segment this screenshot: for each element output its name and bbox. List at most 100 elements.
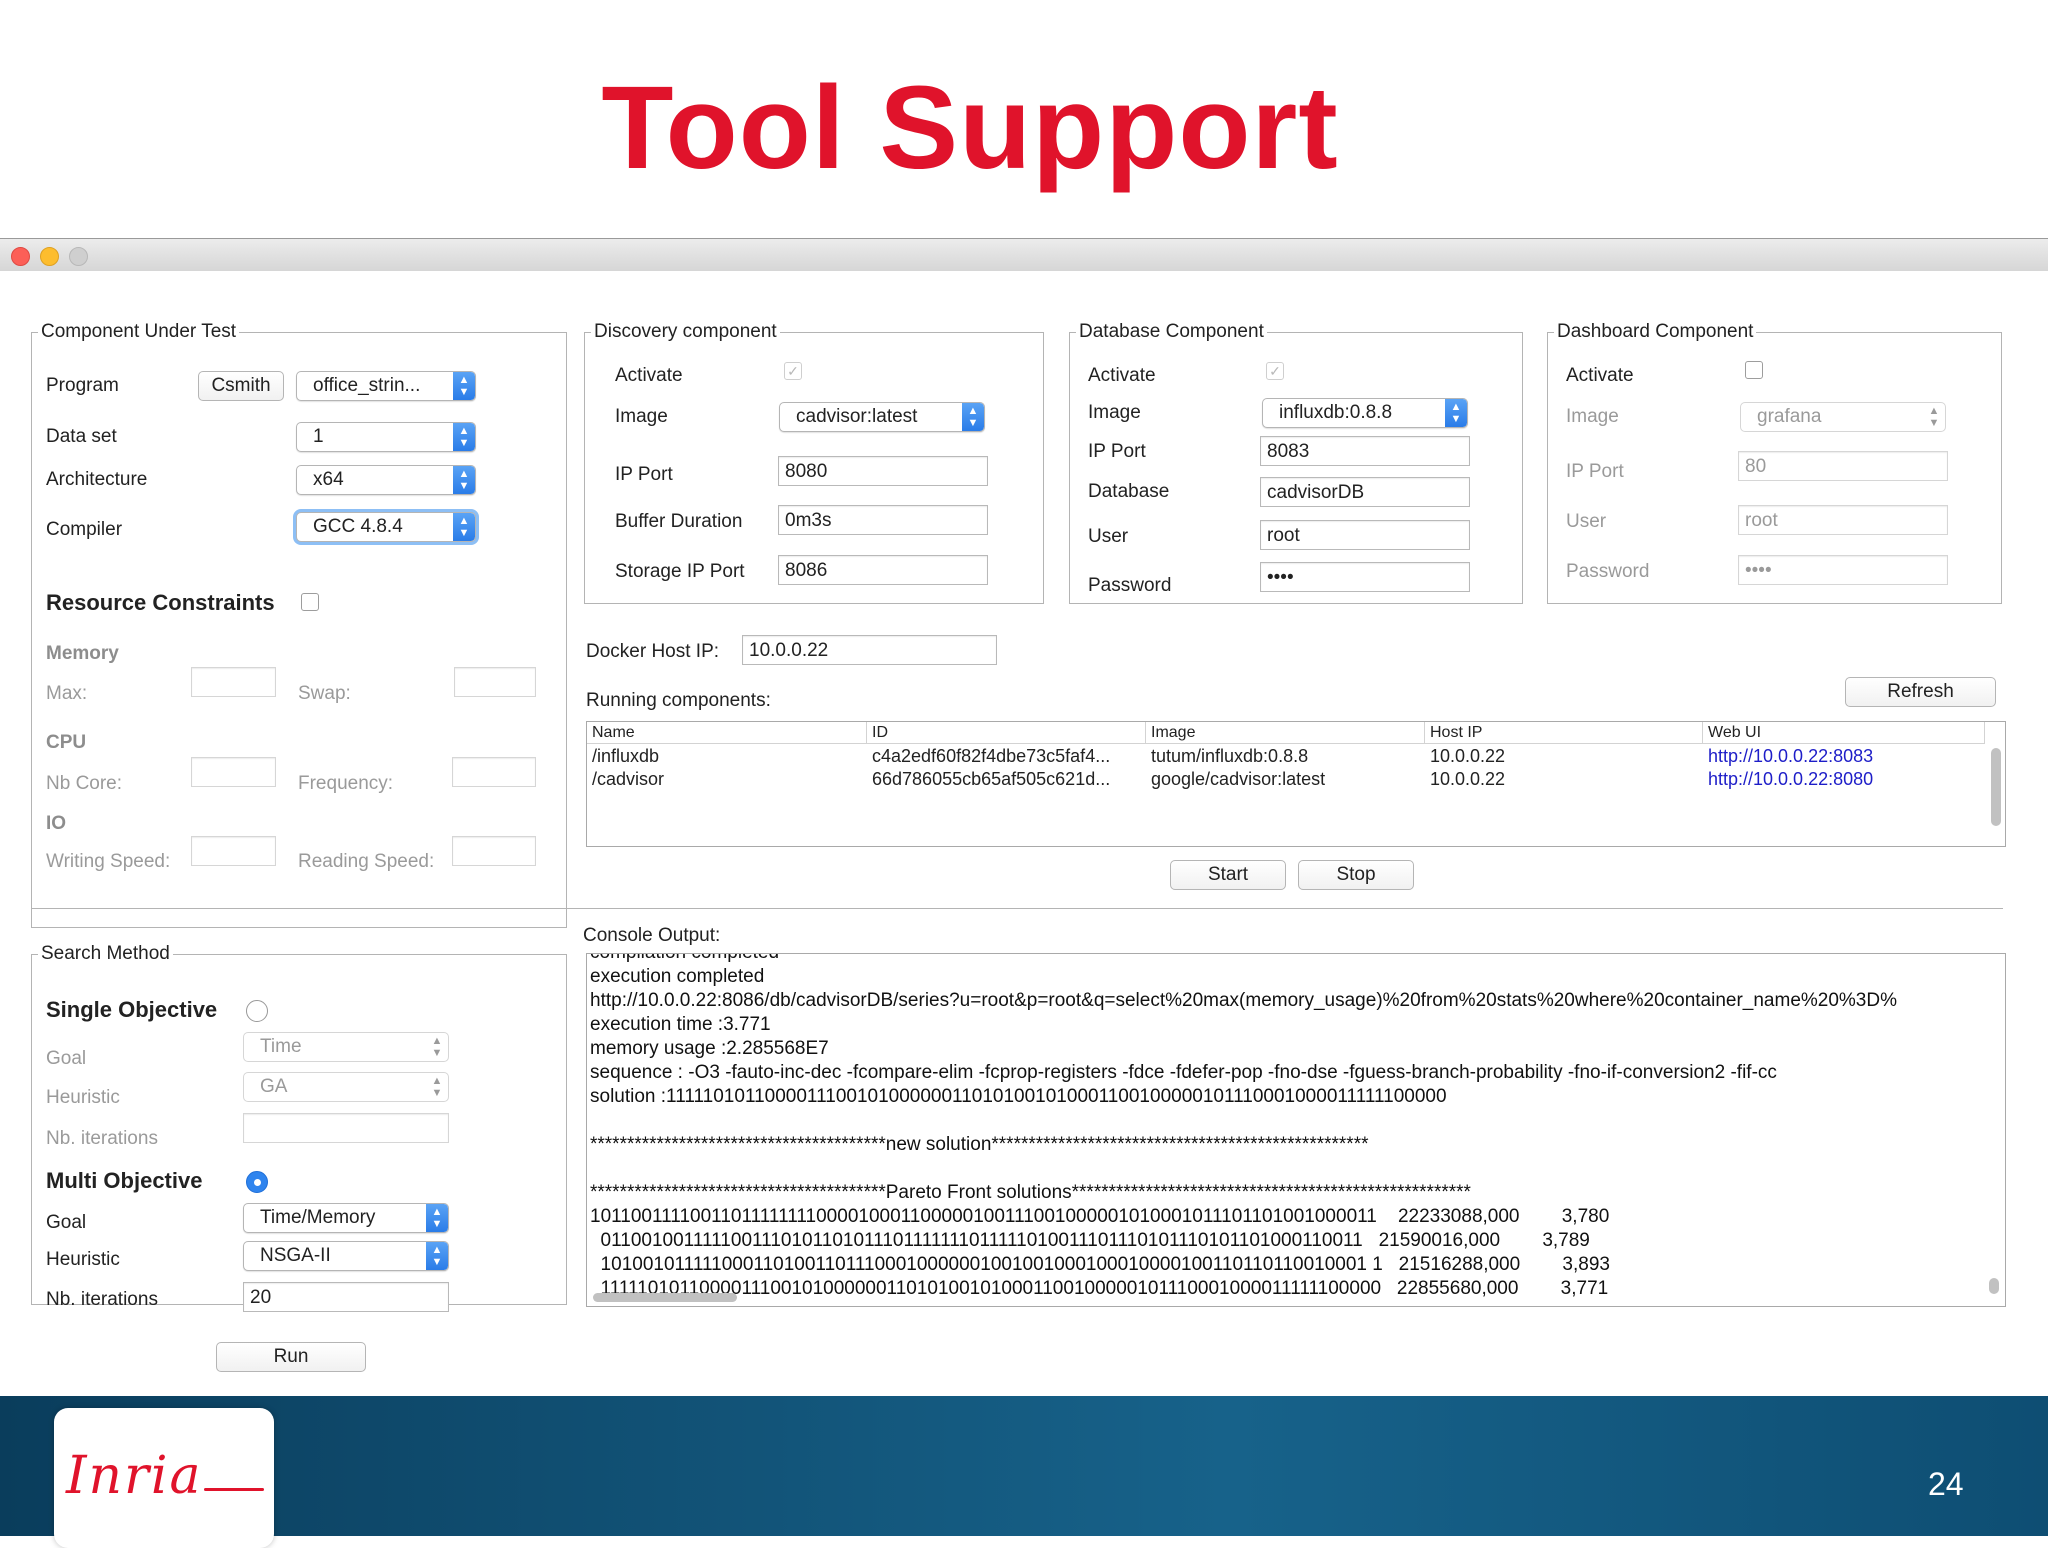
- reading-speed-input[interactable]: [452, 836, 536, 866]
- docker-host-input[interactable]: 10.0.0.22: [742, 635, 997, 665]
- max-label: Max:: [46, 683, 88, 704]
- architecture-label: Architecture: [46, 469, 148, 490]
- multi-objective-radio[interactable]: [246, 1171, 268, 1193]
- web-ui-link[interactable]: http://10.0.0.22:8080: [1703, 769, 1873, 790]
- chevron-updown-icon: ▲ ▼: [453, 466, 475, 494]
- database-ipport-label: IP Port: [1088, 441, 1146, 462]
- dataset-select[interactable]: 1 ▲ ▼: [296, 422, 476, 452]
- buffer-duration-input[interactable]: 0m3s: [778, 505, 988, 535]
- single-iterations-input[interactable]: [243, 1113, 449, 1143]
- console-line: solution :111110101100001110010100000011…: [590, 1086, 1447, 1107]
- architecture-select[interactable]: x64 ▲ ▼: [296, 465, 476, 495]
- database-activate-label: Activate: [1088, 365, 1156, 386]
- database-password-input[interactable]: ••••: [1260, 562, 1470, 592]
- writing-speed-input[interactable]: [191, 836, 276, 866]
- refresh-button[interactable]: Refresh: [1845, 677, 1996, 707]
- stop-button[interactable]: Stop: [1298, 860, 1414, 890]
- single-heuristic-label: Heuristic: [46, 1087, 120, 1108]
- dashboard-ipport-input[interactable]: 80: [1738, 451, 1948, 481]
- discovery-image-select[interactable]: cadvisor:latest ▲ ▼: [779, 402, 985, 432]
- discovery-component-legend: Discovery component: [594, 321, 777, 342]
- column-header-webui[interactable]: Web UI: [1703, 722, 1985, 744]
- database-user-input[interactable]: root: [1260, 520, 1470, 550]
- discovery-image-label: Image: [615, 406, 668, 427]
- dashboard-password-input[interactable]: ••••: [1738, 555, 1948, 585]
- dashboard-image-value: grafana: [1757, 406, 1822, 427]
- single-iterations-label: Nb. iterations: [46, 1128, 158, 1149]
- web-ui-link[interactable]: http://10.0.0.22:8083: [1703, 746, 1873, 767]
- memory-label: Memory: [46, 643, 119, 664]
- chevron-updown-icon: ▲ ▼: [426, 1242, 448, 1270]
- database-user-label: User: [1088, 526, 1129, 547]
- database-image-select[interactable]: influxdb:0.8.8 ▲ ▼: [1262, 398, 1468, 428]
- max-memory-input[interactable]: [191, 667, 276, 697]
- multi-heuristic-select[interactable]: NSGA-II ▲ ▼: [243, 1241, 449, 1271]
- multi-iterations-input[interactable]: 20: [243, 1282, 449, 1312]
- console-output[interactable]: compilation completedexecution completed…: [586, 953, 2006, 1307]
- console-horizontal-scrollbar[interactable]: [593, 1293, 737, 1302]
- swap-input[interactable]: [454, 667, 536, 697]
- program-select[interactable]: office_strin... ▲ ▼: [296, 371, 476, 401]
- single-goal-label: Goal: [46, 1048, 87, 1069]
- nb-core-label: Nb Core:: [46, 773, 123, 794]
- chevron-updown-icon: ▲ ▼: [962, 403, 984, 431]
- discovery-activate-checkbox[interactable]: ✓: [784, 362, 802, 380]
- table-scrollbar[interactable]: [1991, 748, 2001, 826]
- docker-host-label: Docker Host IP:: [586, 641, 720, 662]
- column-header-name[interactable]: Name: [587, 722, 867, 744]
- multi-goal-value: Time/Memory: [260, 1207, 376, 1228]
- console-line: ****************************************…: [590, 1182, 1471, 1203]
- database-name-input[interactable]: cadvisorDB: [1260, 477, 1470, 507]
- compiler-label: Compiler: [46, 519, 123, 540]
- column-header-hostip[interactable]: Host IP: [1425, 722, 1703, 744]
- csmith-button[interactable]: Csmith: [198, 371, 284, 401]
- dataset-select-value: 1: [313, 426, 324, 447]
- compiler-select[interactable]: GCC 4.8.4 ▲ ▼: [296, 512, 476, 542]
- architecture-select-value: x64: [313, 469, 344, 490]
- database-component-legend: Database Component: [1079, 321, 1264, 342]
- table-cell: 66d786055cb65af505c621d...: [872, 769, 1111, 789]
- search-method-legend: Search Method: [41, 943, 170, 964]
- nb-core-input[interactable]: [191, 757, 276, 787]
- run-button[interactable]: Run: [216, 1342, 366, 1372]
- multi-goal-label: Goal: [46, 1212, 87, 1233]
- component-under-test-legend: Component Under Test: [41, 321, 237, 342]
- multi-goal-select[interactable]: Time/Memory ▲ ▼: [243, 1203, 449, 1233]
- section-divider: [31, 908, 2003, 909]
- dashboard-activate-checkbox[interactable]: [1745, 361, 1763, 379]
- compiler-select-value: GCC 4.8.4: [313, 516, 403, 537]
- single-goal-value: Time: [260, 1036, 302, 1057]
- column-header-id[interactable]: ID: [867, 722, 1146, 744]
- minimize-window-icon[interactable]: [40, 247, 59, 266]
- dashboard-user-input[interactable]: root: [1738, 505, 1948, 535]
- database-ipport-input[interactable]: 8083: [1260, 436, 1470, 466]
- resource-constraints-label: Resource Constraints: [46, 590, 275, 615]
- slide-title: Tool Support: [601, 62, 1339, 194]
- resource-constraints-checkbox[interactable]: [301, 593, 319, 611]
- storage-ipport-input[interactable]: 8086: [778, 555, 988, 585]
- console-vertical-scrollbar[interactable]: [1989, 1278, 1999, 1294]
- single-heuristic-select[interactable]: GA ▲ ▼: [243, 1072, 449, 1102]
- multi-heuristic-label: Heuristic: [46, 1249, 120, 1270]
- dashboard-image-select[interactable]: grafana ▲ ▼: [1740, 402, 1946, 432]
- reading-speed-label: Reading Speed:: [298, 851, 435, 872]
- single-goal-select[interactable]: Time ▲ ▼: [243, 1032, 449, 1062]
- chevron-updown-icon: ▲ ▼: [426, 1204, 448, 1232]
- program-label: Program: [46, 375, 119, 396]
- logo-card: Inria: [54, 1408, 274, 1548]
- frequency-input[interactable]: [452, 757, 536, 787]
- swap-label: Swap:: [298, 683, 351, 704]
- app-window: Component Under Test Program Csmith offi…: [0, 271, 2048, 1396]
- database-activate-checkbox[interactable]: ✓: [1266, 362, 1284, 380]
- discovery-ipport-input[interactable]: 8080: [778, 456, 988, 486]
- start-button[interactable]: Start: [1170, 860, 1286, 890]
- column-header-image[interactable]: Image: [1146, 722, 1425, 744]
- console-line: ****************************************…: [590, 1134, 1369, 1155]
- table-cell: google/cadvisor:latest: [1151, 769, 1326, 789]
- close-window-icon[interactable]: [11, 247, 30, 266]
- database-image-value: influxdb:0.8.8: [1279, 402, 1393, 423]
- single-objective-radio[interactable]: [246, 1000, 268, 1022]
- dashboard-component-legend: Dashboard Component: [1557, 321, 1754, 342]
- console-line: compilation completed: [590, 954, 779, 965]
- multi-iterations-label: Nb. iterations: [46, 1289, 158, 1310]
